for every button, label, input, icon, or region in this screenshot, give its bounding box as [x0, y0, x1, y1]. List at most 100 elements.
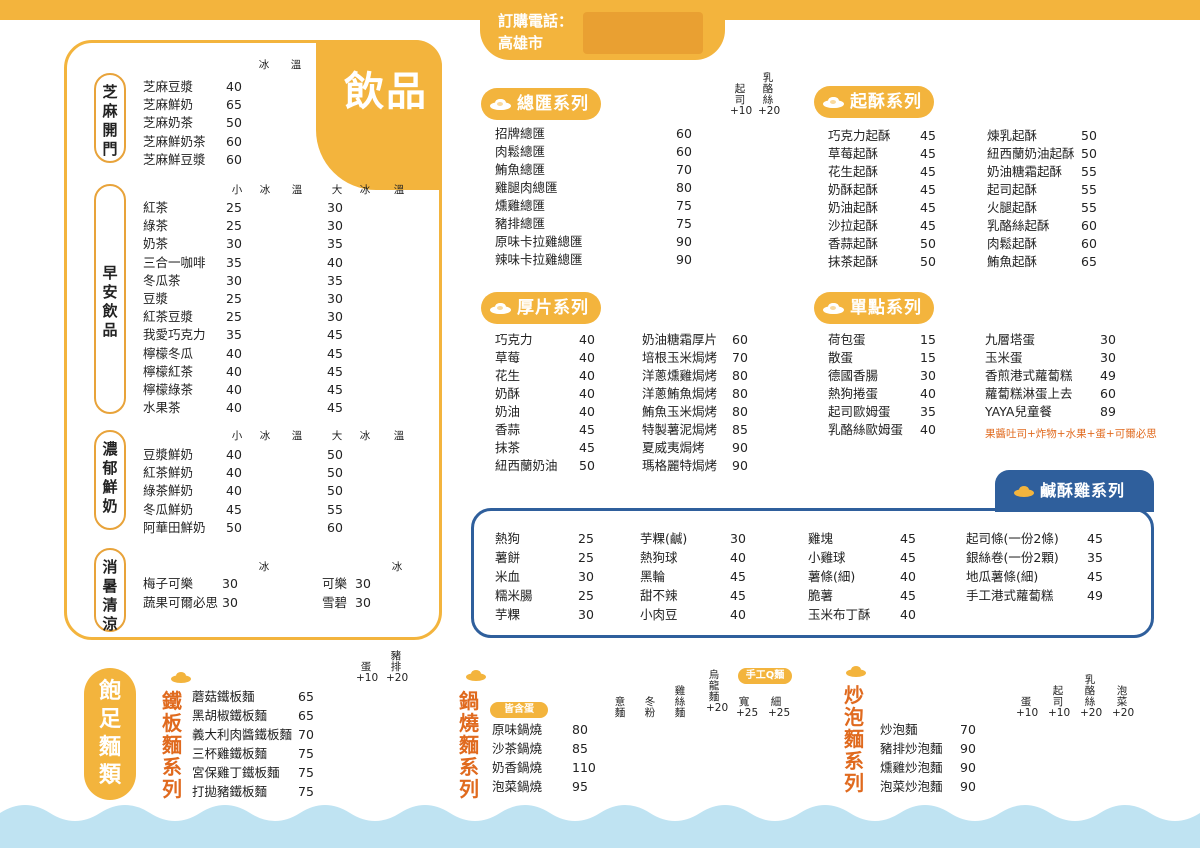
thick-name: 抹茶 — [495, 440, 521, 455]
crisp-name: 奶油起酥 — [828, 200, 879, 215]
drink-price-large: 35 — [327, 272, 343, 288]
noodle-name: 義大利肉醬鐵板麵 — [192, 727, 293, 742]
thick-price: 60 — [732, 332, 748, 347]
tab-cool: 消暑清涼 — [94, 548, 126, 633]
single-name: 散蛋 — [828, 350, 854, 365]
gold-ingot-icon — [466, 670, 486, 681]
chicken-name: 玉米布丁酥 — [808, 607, 871, 622]
noodle-name: 黑胡椒鐵板麵 — [192, 708, 268, 723]
col-header: 溫 — [393, 430, 405, 442]
wave-decoration — [0, 805, 1200, 848]
addon-header: +20 — [1080, 707, 1103, 719]
drink-price-large: 50 — [327, 483, 343, 499]
drink-name: 紅茶鮮奶 — [143, 465, 194, 481]
col-header: 冰 — [259, 184, 271, 196]
chicken-name: 起司條(一份2條) — [966, 531, 1059, 546]
drink-name: 檸檬冬瓜 — [143, 345, 194, 361]
chicken-price: 49 — [1087, 588, 1103, 603]
drink-price: 50 — [226, 115, 242, 131]
crisp-price: 60 — [1081, 236, 1097, 251]
chicken-name: 熱狗球 — [640, 550, 678, 565]
crisp-price: 50 — [1081, 128, 1097, 143]
tab-label: 濃郁鮮奶 — [102, 440, 118, 515]
combo-price: 70 — [676, 162, 692, 177]
drink-price-small: 40 — [226, 447, 242, 462]
single-price: 30 — [1100, 350, 1116, 365]
drink-name: 檸檬綠茶 — [143, 382, 194, 397]
thick-price: 85 — [732, 422, 748, 437]
combo-name: 辣味卡拉雞總匯 — [495, 252, 583, 267]
thick-name: 鮪魚玉米焗烤 — [642, 404, 718, 419]
combo-price: 60 — [676, 144, 692, 159]
combo-price: 60 — [676, 126, 692, 141]
single-price: 60 — [1100, 386, 1116, 401]
drink-price-large: 30 — [327, 309, 343, 325]
crisp-price: 60 — [1081, 218, 1097, 233]
thick-price: 40 — [579, 350, 595, 365]
thick-name: 奶油 — [495, 404, 521, 419]
thick-price: 80 — [732, 386, 748, 401]
drink-price-small: 25 — [226, 200, 242, 215]
single-name: 香煎港式蘿蔔糕 — [985, 368, 1073, 383]
gold-ingot-icon — [823, 97, 843, 108]
fried-title: 炒泡麵系列 — [844, 683, 864, 795]
drink-price-large: 45 — [327, 382, 343, 397]
noodle-name: 泡菜鍋燒 — [492, 779, 543, 794]
tab-label: 早安飲品 — [102, 264, 118, 339]
chicken-name: 芋粿 — [495, 607, 521, 622]
drink-name: 芝麻鮮奶茶 — [143, 133, 206, 149]
single-name: 荷包蛋 — [828, 332, 866, 347]
addon-header: +10 — [1016, 707, 1039, 719]
single-name: 九層塔蛋 — [985, 332, 1036, 347]
drink-price: 60 — [226, 133, 242, 149]
gold-ingot-icon — [171, 672, 191, 683]
single-price: 40 — [920, 386, 936, 401]
chicken-price: 45 — [1087, 569, 1103, 584]
thick-name: 奶油糖霜厚片 — [642, 332, 718, 347]
chicken-price: 45 — [900, 588, 916, 603]
drink-name: 可樂 — [322, 576, 348, 591]
drink-price-large: 40 — [327, 254, 343, 270]
drink-price-large: 45 — [327, 327, 343, 343]
col-header: 冰 — [258, 561, 270, 573]
chicken-price: 30 — [578, 569, 594, 584]
thick-price: 40 — [579, 332, 595, 347]
crisp-name: 香蒜起酥 — [828, 236, 879, 251]
thick-price: 90 — [732, 440, 748, 455]
noodle-type-header: 麵 — [614, 707, 626, 719]
drink-price: 60 — [226, 151, 242, 167]
crisp-name: 乳酪絲起酥 — [987, 218, 1050, 233]
single-name: 起司歐姆蛋 — [828, 404, 891, 419]
drink-name: 雪碧 — [322, 595, 348, 610]
chicken-price: 45 — [1087, 531, 1103, 546]
chicken-name: 小肉豆 — [640, 607, 678, 622]
crisp-name: 草莓起酥 — [828, 146, 879, 161]
tab-milk: 濃郁鮮奶 — [94, 430, 126, 530]
chicken-name: 甜不辣 — [640, 588, 678, 603]
chicken-name: 雞塊 — [808, 531, 834, 546]
noodle-type-header: 粉 — [644, 707, 656, 719]
single-name: 熱狗捲蛋 — [828, 386, 879, 401]
crisp-name: 沙拉起酥 — [828, 218, 879, 233]
chicken-name: 薯餅 — [495, 550, 521, 565]
thick-name: 瑪格麗特焗烤 — [642, 458, 718, 473]
noodle-name: 蘑菇鐵板麵 — [192, 689, 255, 704]
thick-name: 培根玉米焗烤 — [642, 350, 718, 365]
crisp-name: 紐西蘭奶油起酥 — [987, 146, 1075, 161]
noodle-type-header: 麵 — [674, 707, 686, 719]
thick-name: 草莓 — [495, 350, 521, 365]
chicken-price: 40 — [730, 550, 746, 565]
drink-price-small: 25 — [226, 309, 242, 325]
thick-price: 90 — [732, 458, 748, 473]
drink-name: 奶茶 — [143, 236, 169, 252]
drink-name: 水果茶 — [143, 400, 181, 416]
chicken-price: 40 — [730, 607, 746, 622]
drink-price-small: 40 — [226, 465, 242, 481]
gold-ingot-icon — [490, 303, 510, 314]
drink-name: 綠茶鮮奶 — [143, 483, 194, 499]
combo-name: 肉鬆總匯 — [495, 144, 546, 159]
drink-name: 阿華田鮮奶 — [143, 519, 206, 535]
col-header: 小 — [231, 430, 243, 442]
drink-price-large: 50 — [327, 465, 343, 481]
drink-price-large: 50 — [327, 447, 343, 462]
